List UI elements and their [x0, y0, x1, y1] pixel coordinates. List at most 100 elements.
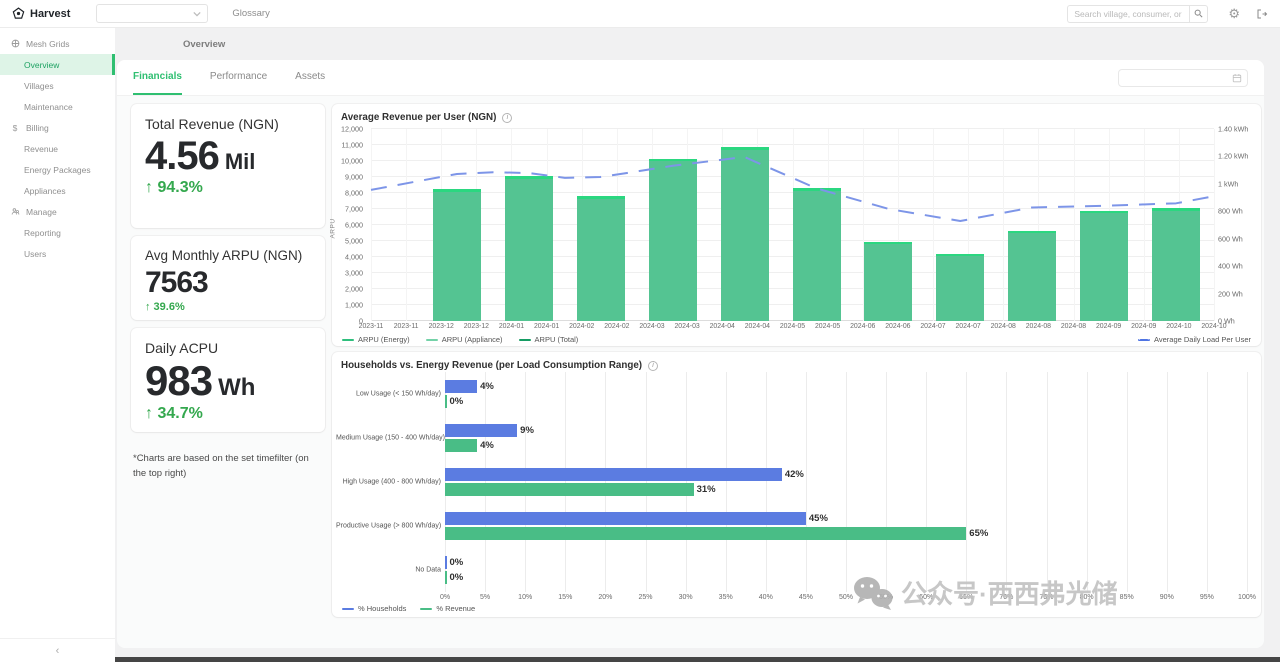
tab-assets[interactable]: Assets	[295, 60, 325, 95]
legend-label: Average Daily Load Per User	[1154, 335, 1251, 344]
tabs: Financials Performance Assets	[133, 60, 353, 95]
sidebar-item-villages[interactable]: Villages	[0, 75, 115, 96]
x-tick-label: 50%	[839, 594, 853, 601]
kpi-unit: Wh	[218, 376, 255, 400]
sidebar-collapse-button[interactable]: ‹	[0, 638, 115, 662]
bar-line: 31%	[445, 483, 1247, 496]
revenue-bar	[445, 395, 447, 408]
sidebar-section-manage[interactable]: Manage	[0, 201, 115, 222]
legend-item--revenue[interactable]: % Revenue	[420, 604, 475, 613]
sidebar-item-appliances[interactable]: Appliances	[0, 180, 115, 201]
x-tick-label: 95%	[1200, 594, 1214, 601]
gear-icon[interactable]: ⚙	[1228, 7, 1240, 20]
grid-select-dropdown[interactable]	[96, 4, 208, 23]
revenue-bar	[445, 571, 447, 584]
search-input[interactable]	[1067, 5, 1189, 23]
y-left-tick-label: 1,000	[345, 301, 363, 310]
sidebar-item-users[interactable]: Users	[0, 243, 115, 264]
x-tick-label: 2024-02	[604, 323, 629, 330]
kpi-value-row: 983Wh	[145, 360, 311, 402]
legend-item-arpu-appliance-[interactable]: ARPU (Appliance)	[426, 335, 503, 344]
sidebar-item-overview[interactable]: Overview	[0, 54, 115, 75]
x-tick-label: 2024-08	[1026, 323, 1051, 330]
sidebar-item-revenue[interactable]: Revenue	[0, 138, 115, 159]
info-icon[interactable]: i	[502, 113, 512, 123]
search-button[interactable]	[1189, 5, 1208, 23]
kpi-cards: Total Revenue (NGN)4.56Mil↑ 94.3%Avg Mon…	[131, 104, 325, 432]
bar-value-label: 0%	[450, 557, 464, 568]
legend-label: % Revenue	[436, 604, 475, 613]
bar-line: 0%	[445, 571, 1247, 584]
sidebar-item-energy-packages[interactable]: Energy Packages	[0, 159, 115, 180]
brand-name: Harvest	[30, 8, 70, 20]
x-tick-label: 2024-03	[639, 323, 664, 330]
info-icon[interactable]: i	[648, 361, 658, 371]
sidebar: Mesh GridsOverviewVillagesMaintenance$Bi…	[0, 28, 115, 662]
category-label: No Data	[336, 567, 441, 574]
legend-label: ARPU (Total)	[535, 335, 579, 344]
bar-line: 0%	[445, 556, 1247, 569]
y-right-tick-label: 1.40 kWh	[1218, 125, 1248, 134]
app-header: Harvest Glossary ⚙	[0, 0, 1280, 28]
legend-label: ARPU (Energy)	[358, 335, 410, 344]
sidebar-nav: Mesh GridsOverviewVillagesMaintenance$Bi…	[0, 33, 115, 264]
calendar-icon	[1232, 73, 1242, 83]
legend-item--households[interactable]: % Households	[342, 604, 406, 613]
sidebar-item-maintenance[interactable]: Maintenance	[0, 96, 115, 117]
kpi-unit: Mil	[225, 151, 256, 173]
kpi-value: 7563	[145, 268, 208, 298]
tab-financials[interactable]: Financials	[133, 60, 182, 95]
x-tick-label: 75%	[1039, 594, 1053, 601]
sidebar-section-mesh-grids[interactable]: Mesh Grids	[0, 33, 115, 54]
x-tick-label: 2024-07	[920, 323, 945, 330]
grid-icon	[10, 39, 20, 48]
y-right-tick-label: 800 Wh	[1218, 207, 1243, 216]
kpi-card-1: Total Revenue (NGN)4.56Mil↑ 94.3%	[131, 104, 325, 228]
x-axis-labels: 2023-112023-112023-122023-122024-012024-…	[371, 323, 1214, 335]
glossary-link[interactable]: Glossary	[232, 8, 269, 19]
sidebar-section-label: Manage	[26, 207, 57, 217]
logout-icon[interactable]	[1256, 8, 1268, 20]
bar-value-label: 0%	[450, 396, 464, 407]
x-tick-label: 2023-11	[359, 323, 384, 330]
sidebar-item-reporting[interactable]: Reporting	[0, 222, 115, 243]
households-bar	[445, 512, 806, 525]
x-tick-label: 70%	[999, 594, 1013, 601]
kpi-column: Total Revenue (NGN)4.56Mil↑ 94.3%Avg Mon…	[131, 100, 325, 648]
legend-marker	[426, 339, 438, 341]
category-label: Productive Usage (> 800 Wh/day)	[336, 523, 441, 530]
legend-item-arpu-total-[interactable]: ARPU (Total)	[519, 335, 579, 344]
tab-performance[interactable]: Performance	[210, 60, 267, 95]
legend-marker	[519, 339, 531, 341]
bar-series-legend: ARPU (Energy) ARPU (Appliance) ARPU (Total…	[342, 335, 578, 344]
x-tick-label: 55%	[879, 594, 893, 601]
y-left-tick-label: 4,000	[345, 253, 363, 262]
date-filter-input[interactable]	[1118, 69, 1248, 87]
kpi-card-3: Daily ACPU983Wh↑ 34.7%	[131, 328, 325, 432]
x-tick-label: 30%	[679, 594, 693, 601]
y-left-tick-label: 12,000	[341, 125, 363, 134]
line-series-legend: Average Daily Load Per User	[1138, 335, 1251, 344]
bar-line: 9%	[445, 424, 1247, 437]
legend-item-average-daily-load-per-user[interactable]: Average Daily Load Per User	[1138, 335, 1251, 344]
kpi-value: 4.56	[145, 136, 219, 176]
bar-value-label: 65%	[969, 528, 988, 539]
legend-item-arpu-energy-[interactable]: ARPU (Energy)	[342, 335, 410, 344]
bar-line: 45%	[445, 512, 1247, 525]
bar-value-label: 4%	[480, 440, 494, 451]
gridline-v	[1247, 372, 1248, 592]
x-tick-label: 2024-07	[955, 323, 980, 330]
y-left-tick-label: 5,000	[345, 237, 363, 246]
x-tick-label: 85%	[1120, 594, 1134, 601]
x-tick-label: 45%	[799, 594, 813, 601]
arpu-chart-card: Average Revenue per User (NGN) i ARPU 01…	[332, 104, 1261, 346]
arpu-chart-title-text: Average Revenue per User (NGN)	[341, 112, 496, 123]
kpi-label: Avg Monthly ARPU (NGN)	[145, 248, 311, 264]
x-tick-label: 10%	[518, 594, 532, 601]
x-tick-label: 2024-09	[1131, 323, 1156, 330]
category-row-3: 42%31%	[445, 460, 1247, 504]
y-right-tick-label: 1 kWh	[1218, 179, 1238, 188]
revenue-bar	[445, 527, 966, 540]
kpi-label: Total Revenue (NGN)	[145, 116, 311, 132]
sidebar-section-billing[interactable]: $Billing	[0, 117, 115, 138]
